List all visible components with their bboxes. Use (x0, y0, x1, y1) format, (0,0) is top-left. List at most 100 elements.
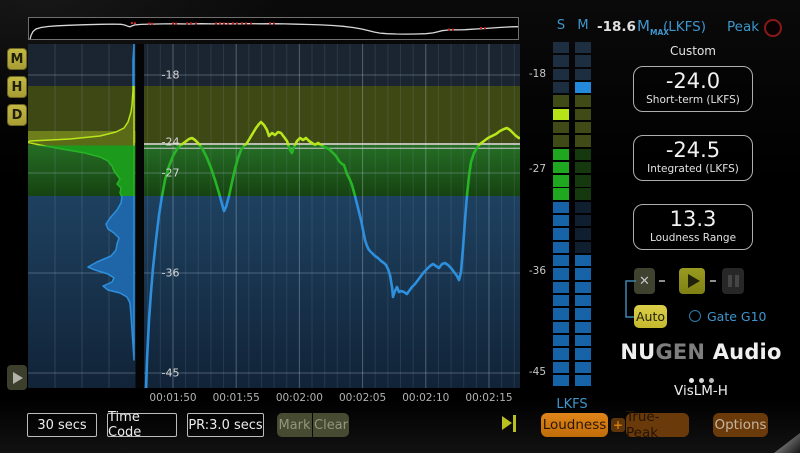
graph-scale-label: -24 (162, 136, 180, 149)
meter-segment (553, 82, 569, 93)
meter-segment (575, 268, 591, 279)
reset-button[interactable]: ✕ (634, 268, 655, 294)
overload-dot (134, 22, 136, 24)
meter-scale-label: -27 (512, 163, 546, 175)
meter-segment (553, 42, 569, 53)
meter-segment (553, 122, 569, 133)
play-icon (13, 372, 23, 384)
meter-segment (575, 175, 591, 186)
overload-dot (448, 29, 450, 31)
graph-scale-label: -45 (162, 367, 180, 380)
meter-s-label: S (553, 18, 569, 33)
graph-canvas: -18-24-27-36-4500:01:5000:01:5500:02:000… (28, 44, 520, 408)
pause-icon (735, 275, 739, 287)
overload-dot (172, 23, 174, 25)
loudness-range-readout-box[interactable]: 13.3 Loudness Range (633, 204, 753, 250)
meter-segment (553, 362, 569, 373)
meter-segment (553, 69, 569, 80)
time-ruler-label: 00:02:00 (276, 392, 323, 404)
meter-segment (575, 308, 591, 319)
overload-dot (245, 23, 247, 25)
clear-label: Clear (314, 418, 348, 433)
pr-setting-label: PR:3.0 secs (188, 418, 262, 433)
overload-dot (273, 23, 275, 25)
gate-radio[interactable] (689, 310, 701, 322)
overload-dot (223, 23, 225, 25)
meter-segment (575, 215, 591, 226)
loudness-range-value: 13.3 (634, 207, 752, 232)
meter-segment (553, 55, 569, 66)
mode-button-distribution[interactable]: D (7, 104, 27, 126)
time-ruler-label: 00:02:05 (339, 392, 386, 404)
window-length-label: 30 secs (37, 418, 86, 433)
meter-segment (553, 375, 569, 386)
overload-dot (269, 22, 271, 24)
tab-true-peak-label: True-Peak (626, 409, 689, 441)
graph-scale-label: -18 (162, 69, 180, 82)
overload-dot (484, 27, 486, 29)
meter-segment (575, 375, 591, 386)
meter-segment (553, 215, 569, 226)
peak-label: Peak (727, 19, 759, 35)
integrated-value: -24.5 (634, 138, 752, 163)
auto-button[interactable]: Auto (634, 305, 667, 328)
step-forward-icon[interactable] (502, 415, 518, 432)
meter-segment (553, 188, 569, 199)
step-triangle (502, 416, 512, 430)
loudness-range-label: Loudness Range (634, 232, 752, 245)
mode-button-momentary[interactable]: M (7, 48, 27, 70)
auto-button-label: Auto (636, 309, 665, 324)
peak-indicator-lamp[interactable] (764, 19, 782, 37)
clear-button[interactable]: Clear (313, 413, 349, 437)
resize-grip[interactable] (774, 433, 800, 453)
logo-nu: NU (620, 340, 655, 364)
logo-audio: Audio (705, 340, 781, 364)
overload-dot (148, 23, 150, 25)
meter-segment (553, 135, 569, 146)
tab-loudness[interactable]: Loudness (541, 413, 608, 437)
meter-segment (575, 42, 591, 53)
meter-segment (553, 255, 569, 266)
tab-options[interactable]: Options (713, 413, 768, 437)
time-code-label: Time Code (108, 410, 176, 440)
tab-true-peak[interactable]: True-Peak (626, 413, 689, 437)
history-play-button[interactable] (7, 365, 27, 390)
meter-segment (553, 335, 569, 346)
overload-dot (250, 23, 252, 25)
mode-button-d-label: D (12, 108, 23, 123)
overload-dot (232, 22, 234, 24)
meter-segment (553, 162, 569, 173)
loudness-history-graph[interactable]: -18-24-27-36-4500:01:5000:01:5500:02:000… (28, 44, 520, 408)
mark-button[interactable]: Mark (277, 413, 312, 437)
play-button[interactable] (679, 268, 705, 294)
play-icon (688, 274, 700, 288)
add-view-button[interactable]: + (611, 418, 625, 432)
meter-segment (575, 228, 591, 239)
meter-segment (553, 295, 569, 306)
meter-m-label: M (575, 18, 591, 33)
overload-dot (236, 23, 238, 25)
meter-segment (575, 242, 591, 253)
meter-segment (553, 228, 569, 239)
pause-button[interactable] (722, 268, 744, 294)
pr-setting-button[interactable]: PR:3.0 secs (187, 413, 264, 437)
mode-button-history[interactable]: H (7, 76, 27, 98)
time-ruler-label: 00:02:10 (402, 392, 449, 404)
time-code-button[interactable]: Time Code (107, 413, 177, 437)
short-term-readout-box[interactable]: -24.0 Short-term (LKFS) (633, 66, 753, 112)
time-ruler-label: 00:01:50 (149, 392, 196, 404)
window-length-button[interactable]: 30 secs (27, 413, 97, 437)
meter-segment (575, 362, 591, 373)
short-term-value: -24.0 (634, 69, 752, 94)
integrated-readout-box[interactable]: -24.5 Integrated (LKFS) (633, 135, 753, 181)
integrated-label: Integrated (LKFS) (634, 163, 752, 176)
preset-name: Custom (633, 44, 753, 58)
meter-segment (575, 255, 591, 266)
loudness-overview-strip[interactable] (28, 17, 519, 40)
overload-dot (151, 23, 153, 25)
meter-segment (553, 175, 569, 186)
meter-segment (575, 122, 591, 133)
transport-link-dash (710, 280, 716, 282)
meter-segment (553, 109, 569, 120)
momentary-max-unit: (LKFS) (663, 19, 706, 35)
